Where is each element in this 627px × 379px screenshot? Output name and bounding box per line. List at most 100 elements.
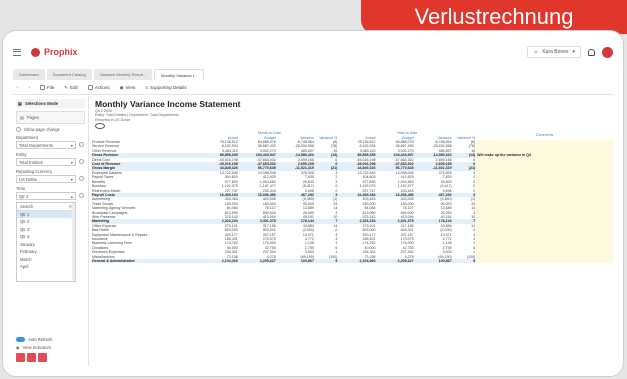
comment-cell[interactable] xyxy=(476,259,613,264)
pages-label: Pages xyxy=(26,115,39,120)
top-bar: Prophix ☺ Kara Bones ▾ xyxy=(13,40,613,64)
dynamic-label: Show page change xyxy=(24,127,60,132)
entity-select[interactable]: Total Entities ▾ xyxy=(16,158,76,166)
menu-icon[interactable] xyxy=(13,48,21,56)
info-icon[interactable] xyxy=(79,159,84,164)
info-icon[interactable] xyxy=(79,176,84,181)
table-body: Product Revenue 78,136,512 84,885,076 -6,74… xyxy=(91,140,613,264)
cell-value[interactable]: 5 xyxy=(314,259,339,264)
cell-value[interactable]: 2,205,627 xyxy=(238,259,277,264)
report-area: Monthly Variance Income Statement Qtr 2 … xyxy=(91,97,613,366)
cell-value[interactable]: 2,104,360 xyxy=(338,259,377,264)
department-value: Total Departments xyxy=(19,142,53,148)
menu-edit[interactable]: ✎ Edit xyxy=(64,85,78,91)
avatar[interactable] xyxy=(602,46,613,58)
currency-select[interactable]: US Dollar ▾ xyxy=(16,175,76,183)
top-right-controls: ☺ Kara Bones ▾ xyxy=(527,46,613,58)
tab-dashboard[interactable]: Dashboard xyxy=(13,69,45,80)
list-item[interactable]: March xyxy=(17,256,75,264)
pencil-icon: ✎ xyxy=(64,84,69,90)
list-item[interactable]: February xyxy=(17,248,75,256)
user-icon: ☺ xyxy=(533,49,539,55)
menu-actions[interactable]: Actions xyxy=(87,85,110,90)
chevron-down-icon: ▾ xyxy=(70,142,73,148)
autorefresh-toggle[interactable]: Auto Refresh xyxy=(16,337,85,342)
brand: Prophix xyxy=(13,47,78,57)
variance-table: Month-to-Date Year-to-Date Comments Actu… xyxy=(91,131,613,264)
menu-file-label: File xyxy=(47,85,55,90)
selections-icon: ▤ xyxy=(18,101,22,106)
tab-monthly-variance[interactable]: Monthly Variance I... xyxy=(154,69,205,80)
indicator-tile[interactable] xyxy=(16,353,25,362)
menu-view-label: View xyxy=(125,85,136,90)
chevron-down-icon: ▾ xyxy=(70,176,73,182)
dynamic-toggle[interactable]: Show page change xyxy=(16,127,85,132)
report-title: Monthly Variance Income Statement xyxy=(95,99,241,109)
department-select[interactable]: Total Departments ▾ xyxy=(16,141,76,149)
report-meta: Qtr 2 2025 Entity: Total Entities | Depa… xyxy=(95,109,613,122)
indicator-tile[interactable] xyxy=(27,353,36,362)
time-list: Search ⚲ Qtr 1 Qtr 2 Qtr 3 Qtr 4 January … xyxy=(16,202,76,282)
user-name: Kara Bones xyxy=(542,49,569,55)
cell-value[interactable]: 2,104,360 xyxy=(200,259,239,264)
menu-supporting-label: Supporting Details xyxy=(149,85,187,90)
bell-icon[interactable] xyxy=(588,48,595,56)
menu-file[interactable]: File xyxy=(40,85,54,90)
cell-value[interactable]: 100,867 xyxy=(276,259,315,264)
app-name: Prophix xyxy=(44,47,78,57)
time-select[interactable]: Qtr 2 ▴ xyxy=(16,192,76,200)
chevron-down-icon: ▾ xyxy=(572,49,575,55)
user-menu[interactable]: ☺ Kara Bones ▾ xyxy=(527,46,581,58)
chain-link-icon xyxy=(95,123,105,130)
menu-bar: ‹ › File ✎ Edit Actions ◉ View ≡ Supporting… xyxy=(13,81,613,95)
list-item[interactable]: Qtr 4 xyxy=(17,233,75,241)
menu-view[interactable]: ◉ View xyxy=(120,85,136,91)
time-value: Qtr 2 xyxy=(19,193,29,199)
indicator-tiles xyxy=(16,353,85,362)
chevron-down-icon: ▾ xyxy=(70,159,73,165)
tab-document-catalog[interactable]: Document Catalog xyxy=(46,69,92,80)
info-icon[interactable] xyxy=(79,193,84,198)
actions-icon xyxy=(87,85,93,90)
cell-value[interactable]: 5 xyxy=(452,259,477,264)
menu-edit-label: Edit xyxy=(70,85,78,90)
selections-header[interactable]: ▤ Selections Mode xyxy=(16,99,85,108)
prophix-logo-icon xyxy=(31,47,40,57)
pages-icon: ▤ xyxy=(20,115,24,120)
comments-header: Comments xyxy=(535,133,554,138)
list-scrollbar[interactable] xyxy=(72,203,75,281)
time-search[interactable]: Search ⚲ xyxy=(17,203,75,211)
list-item[interactable]: January xyxy=(17,241,75,249)
checkbox-icon xyxy=(16,127,21,132)
list-item[interactable]: Qtr 2 xyxy=(17,218,75,226)
table-row: General & Administrative 2,104,360 2,205,6… xyxy=(91,259,613,264)
back-icon[interactable]: ‹ xyxy=(17,85,19,90)
selections-panel: ▤ Selections Mode ▤ Pages Show page change… xyxy=(13,96,89,366)
list-item[interactable]: Qtr 1 xyxy=(17,210,75,218)
toggle-switch[interactable] xyxy=(16,337,25,342)
entity-value: Total Entities xyxy=(19,159,43,165)
row-label: General & Administrative xyxy=(91,259,201,264)
document-tabs: Dashboard Document Catalog Variance Mont… xyxy=(13,69,613,80)
title-banner: Verlustrechnung xyxy=(361,0,627,34)
selections-title: Selections Mode xyxy=(24,101,59,106)
menu-actions-label: Actions xyxy=(94,85,110,90)
cell-value[interactable]: 100,867 xyxy=(414,259,453,264)
file-icon xyxy=(40,85,45,90)
tab-variance-result[interactable]: Variance Monthly Result... xyxy=(93,69,153,80)
indicator-tile[interactable] xyxy=(38,353,47,362)
list-item[interactable]: Qtr 3 xyxy=(17,226,75,234)
menu-supporting-details[interactable]: ≡ Supporting Details xyxy=(145,85,186,90)
app-window: Prophix ☺ Kara Bones ▾ Dashboard Documen… xyxy=(2,30,624,377)
eye-icon: ◉ xyxy=(16,345,20,350)
cell-value[interactable]: 2,205,627 xyxy=(376,259,415,264)
eye-icon: ◉ xyxy=(119,84,124,90)
chevron-up-icon: ▴ xyxy=(70,193,73,199)
info-icon[interactable] xyxy=(79,142,84,147)
pages-button[interactable]: ▤ Pages xyxy=(16,111,85,124)
forward-icon[interactable]: › xyxy=(29,85,31,90)
panel-footer: Auto Refresh ◉ View Indicators xyxy=(16,334,85,362)
view-indicators[interactable]: ◉ View Indicators xyxy=(16,345,85,350)
list-item[interactable]: April xyxy=(17,263,75,271)
currency-value: US Dollar xyxy=(19,176,37,182)
